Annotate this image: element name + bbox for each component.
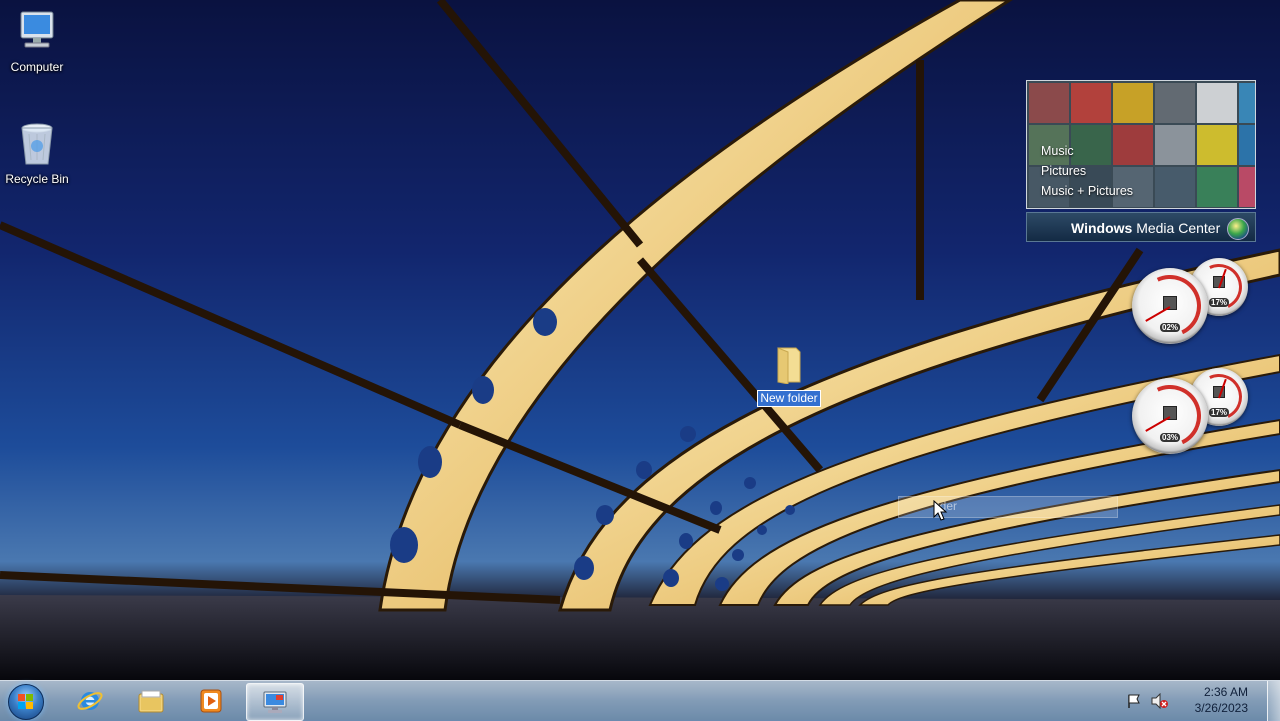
media-tile xyxy=(1239,125,1255,165)
media-tile xyxy=(1029,83,1069,123)
desktop-icon-label: Recycle Bin xyxy=(5,172,69,186)
show-desktop-button[interactable] xyxy=(1267,681,1280,721)
cpu-dial: 02% xyxy=(1130,266,1210,346)
clock-date: 3/26/2023 xyxy=(1194,701,1248,715)
taskbar-button-internet-explorer[interactable] xyxy=(62,683,118,719)
remote-desktop-icon xyxy=(263,691,287,713)
drag-ghost: ider xyxy=(898,496,1118,518)
desktop-icon-computer[interactable]: Computer xyxy=(0,8,74,74)
cpu-meter-gadget[interactable]: 17% 03% xyxy=(1130,367,1262,468)
recycle-bin-icon xyxy=(13,120,61,168)
media-center-brand-rest: Media Center xyxy=(1132,220,1221,236)
media-center-menu: Music Pictures Music + Pictures xyxy=(1041,141,1133,201)
cpu-usage-label: 03% xyxy=(1160,433,1181,442)
media-tile xyxy=(1197,125,1237,165)
media-tile xyxy=(1155,167,1195,207)
media-tile xyxy=(1155,125,1195,165)
media-tile xyxy=(1113,83,1153,123)
media-player-icon xyxy=(200,689,222,713)
taskbar-button-media-player[interactable] xyxy=(183,683,239,719)
folder-library-icon xyxy=(138,690,164,713)
media-center-brand-bold: Windows xyxy=(1071,220,1133,236)
action-center-flag-icon[interactable] xyxy=(1126,693,1142,709)
media-tile xyxy=(1197,83,1237,123)
clock-time: 2:36 AM xyxy=(1203,685,1248,699)
memory-usage-label: 17% xyxy=(1209,408,1230,417)
desktop-icon-recycle-bin[interactable]: Recycle Bin xyxy=(0,120,74,186)
notification-area: 2:36 AM 3/26/2023 xyxy=(1120,681,1260,721)
folder-icon xyxy=(774,346,804,385)
windows-start-icon xyxy=(8,684,44,720)
taskbar-button-remote-desktop[interactable] xyxy=(246,683,304,721)
media-menu-item-music-pictures[interactable]: Music + Pictures xyxy=(1041,181,1133,201)
taskbar-button-windows-explorer[interactable] xyxy=(123,683,179,719)
start-button[interactable] xyxy=(6,682,46,720)
media-center-tiles[interactable]: Music Pictures Music + Pictures xyxy=(1026,80,1256,209)
mouse-cursor-icon xyxy=(933,500,948,521)
cpu-usage-label: 02% xyxy=(1160,323,1181,332)
taskbar: 2:36 AM 3/26/2023 xyxy=(0,680,1280,721)
rename-textbox[interactable]: New folder xyxy=(757,390,821,407)
media-menu-item-music[interactable]: Music xyxy=(1041,141,1133,161)
windows-orb-icon xyxy=(1227,218,1249,240)
media-center-gadget[interactable]: Music Pictures Music + Pictures Windows … xyxy=(1026,80,1256,243)
media-tile xyxy=(1197,167,1237,207)
volume-muted-icon[interactable] xyxy=(1150,693,1168,709)
media-tile xyxy=(1071,83,1111,123)
media-tile xyxy=(1155,83,1195,123)
media-tile xyxy=(1239,83,1255,123)
desktop-icon-label: Computer xyxy=(10,60,64,74)
desktop-icon-new-folder[interactable]: New folder xyxy=(752,346,826,407)
media-tile xyxy=(1239,167,1255,207)
cpu-dial: 03% xyxy=(1130,376,1210,456)
media-center-launch-bar[interactable]: Windows Media Center xyxy=(1026,212,1256,242)
memory-usage-label: 17% xyxy=(1209,298,1230,307)
internet-explorer-icon xyxy=(77,692,103,710)
cpu-meter-gadget[interactable]: 17% 02% xyxy=(1130,257,1262,358)
system-clock[interactable]: 2:36 AM 3/26/2023 xyxy=(1178,684,1248,716)
computer-icon xyxy=(13,8,61,56)
media-menu-item-pictures[interactable]: Pictures xyxy=(1041,161,1133,181)
